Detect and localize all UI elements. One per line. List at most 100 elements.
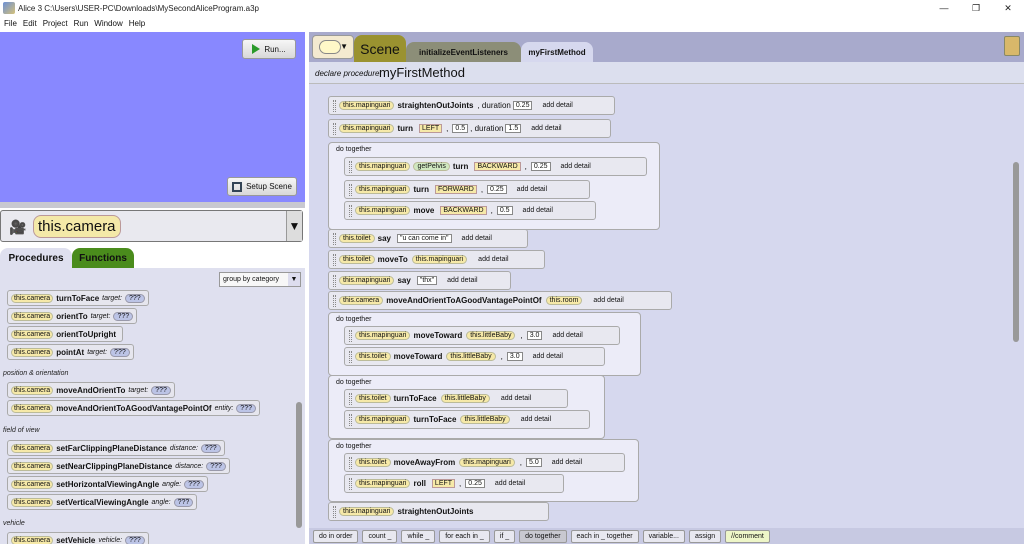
drag-handle-icon[interactable]	[349, 350, 352, 363]
proc-tile[interactable]: this.camera moveAndOrientTo target:???	[7, 382, 175, 398]
assign-tile[interactable]: assign	[688, 529, 722, 543]
drag-handle-icon[interactable]	[333, 253, 336, 266]
proc-tile[interactable]: this.camera setVerticalViewingAngle angle:…	[7, 494, 198, 510]
selected-instance: this.camera	[33, 215, 121, 238]
tab-procedures[interactable]: Procedures	[0, 248, 72, 268]
statement[interactable]: this.mapinguari move BACKWARD, 0.5 add detai…	[344, 201, 596, 220]
drag-handle-icon[interactable]	[349, 413, 352, 426]
category-label: vehicle	[3, 520, 25, 527]
tab-my-first-method[interactable]: myFirstMethod	[521, 42, 593, 62]
menu-window[interactable]: Window	[94, 19, 122, 28]
statement-area: this.mapinguari straightenOutJoints, dura…	[309, 84, 1024, 528]
proc-tile[interactable]: this.camera setHorizontalViewingAngle angl…	[7, 476, 208, 492]
drag-handle-icon[interactable]	[333, 505, 336, 518]
minimize-button[interactable]: —	[928, 0, 960, 16]
tab-initialize-event-listeners[interactable]: initializeEventListeners	[406, 42, 521, 62]
close-button[interactable]: ✕	[992, 0, 1024, 16]
drag-handle-icon[interactable]	[349, 456, 352, 469]
control-palette: do in order count _ while _ for each in …	[309, 528, 1024, 544]
for-each-in-tile[interactable]: for each in _	[439, 529, 490, 543]
window-controls: — ❐ ✕	[928, 0, 1024, 16]
statement[interactable]: this.mapinguari turnToFace this.littleBaby…	[344, 410, 590, 429]
drag-handle-icon[interactable]	[333, 122, 336, 135]
code-scrollbar[interactable]	[1013, 162, 1019, 342]
statement[interactable]: this.mapinguari turn LEFT, 0.5, duration 1.5…	[328, 119, 611, 138]
drag-handle-icon[interactable]	[349, 204, 352, 217]
each-in-together-tile[interactable]: each in _ together	[570, 529, 639, 543]
statement[interactable]: this.mapinguari roll LEFT, 0.25 add detail	[344, 474, 564, 493]
proc-tile[interactable]: this.camera moveAndOrientToAGoodVantagePo…	[7, 400, 260, 416]
chevron-down-icon[interactable]: ▼	[286, 211, 302, 241]
code-tabs: ▼ Scene initializeEventListeners myFirst…	[309, 32, 1024, 62]
if-tile[interactable]: if _	[493, 529, 516, 543]
drag-handle-icon[interactable]	[333, 99, 336, 112]
play-icon	[252, 44, 261, 54]
menu-help[interactable]: Help	[129, 19, 145, 28]
proc-tile[interactable]: this.camera setFarClippingPlaneDistance di…	[7, 440, 225, 456]
tab-functions[interactable]: Functions	[72, 248, 134, 268]
category-label: position & orientation	[3, 370, 69, 377]
group-by-select[interactable]: group by category ▼	[219, 272, 301, 287]
statement[interactable]: this.mapinguari turn FORWARD, 0.25 add detai…	[344, 180, 590, 199]
statement[interactable]: this.mapinguari say "thx" add detail	[328, 271, 511, 290]
comment-tile[interactable]: //comment	[725, 529, 770, 543]
do-together-tile[interactable]: do together	[519, 529, 567, 543]
proc-tile[interactable]: this.camera setNearClippingPlaneDistance d…	[7, 458, 230, 474]
count-tile[interactable]: count _	[362, 529, 398, 543]
drag-handle-icon[interactable]	[349, 477, 352, 490]
left-pane: Run... Setup Scene 🎥 this.camera ▼ Proce…	[0, 32, 305, 544]
instance-selector[interactable]: 🎥 this.camera ▼	[0, 210, 303, 242]
title-bar: Alice 3 C:\Users\USER-PC\Downloads\MySec…	[0, 0, 1024, 16]
setup-scene-button[interactable]: Setup Scene	[227, 177, 297, 196]
drag-handle-icon[interactable]	[333, 274, 336, 287]
chevron-down-icon: ▼	[340, 42, 348, 51]
menu-project[interactable]: Project	[43, 19, 68, 28]
drag-handle-icon[interactable]	[349, 392, 352, 405]
statement[interactable]: this.toilet moveAwayFrom this.mapinguari, 5…	[344, 453, 625, 472]
statement[interactable]: this.toilet turnToFace this.littleBaby add …	[344, 389, 568, 408]
menu-run[interactable]: Run	[74, 19, 89, 28]
menu-file[interactable]: File	[4, 19, 17, 28]
procedures-scrollbar[interactable]	[296, 402, 302, 528]
member-tabs: Procedures Functions	[0, 246, 305, 268]
drag-handle-icon[interactable]	[333, 232, 336, 245]
statement[interactable]: this.mapinguari getPelvis turn BACKWARD, 0.2…	[344, 157, 647, 176]
chevron-down-icon: ▼	[288, 273, 300, 286]
proc-tile[interactable]: this.camera orientToUpright	[7, 326, 124, 342]
type-oval-icon	[319, 40, 341, 54]
proc-tile[interactable]: this.camera setVehicle vehicle:???	[7, 532, 149, 544]
statement[interactable]: this.toilet moveToward this.littleBaby, 3.0…	[344, 347, 605, 366]
type-selector[interactable]: ▼	[312, 35, 354, 59]
alice-app-icon	[3, 2, 15, 14]
declare-label: declare procedure	[315, 69, 380, 78]
drag-handle-icon[interactable]	[349, 183, 352, 196]
while-tile[interactable]: while _	[401, 529, 436, 543]
menu-edit[interactable]: Edit	[23, 19, 37, 28]
drag-handle-icon[interactable]	[333, 294, 336, 307]
method-name: myFirstMethod	[379, 65, 465, 80]
proc-tile[interactable]: this.camera turnToFace target:???	[7, 290, 149, 306]
statement[interactable]: this.mapinguari straightenOutJoints, dura…	[328, 96, 615, 115]
proc-tile[interactable]: this.camera orientTo target:???	[7, 308, 138, 324]
window-title: Alice 3 C:\Users\USER-PC\Downloads\MySec…	[18, 3, 259, 13]
statement[interactable]: this.mapinguari straightenOutJoints	[328, 502, 549, 521]
drag-handle-icon[interactable]	[349, 329, 352, 342]
statement[interactable]: this.toilet moveTo this.mapinguari add deta…	[328, 250, 545, 269]
pane-divider[interactable]	[0, 202, 305, 208]
method-header: declare procedure myFirstMethod	[309, 62, 1024, 84]
statement[interactable]: this.toilet say "u can come in" add detail	[328, 229, 528, 248]
do-in-order-tile[interactable]: do in order	[313, 529, 359, 543]
procedures-panel: group by category ▼ this.camera turnToFace…	[0, 268, 305, 544]
menu-bar: File Edit Project Run Window Help	[0, 16, 1024, 30]
tab-scene[interactable]: Scene	[354, 35, 406, 62]
drag-handle-icon[interactable]	[349, 160, 352, 173]
clipboard-icon[interactable]	[1004, 36, 1020, 56]
run-button[interactable]: Run...	[242, 39, 296, 59]
proc-tile[interactable]: this.camera pointAt target:???	[7, 344, 134, 360]
variable-tile[interactable]: variable...	[642, 529, 685, 543]
statement[interactable]: this.camera moveAndOrientToAGoodVantagePo…	[328, 291, 672, 310]
setup-scene-icon	[232, 181, 243, 192]
restore-button[interactable]: ❐	[960, 0, 992, 16]
statement[interactable]: this.mapinguari moveToward this.littleBaby…	[344, 326, 620, 345]
category-label: field of view	[3, 427, 40, 434]
